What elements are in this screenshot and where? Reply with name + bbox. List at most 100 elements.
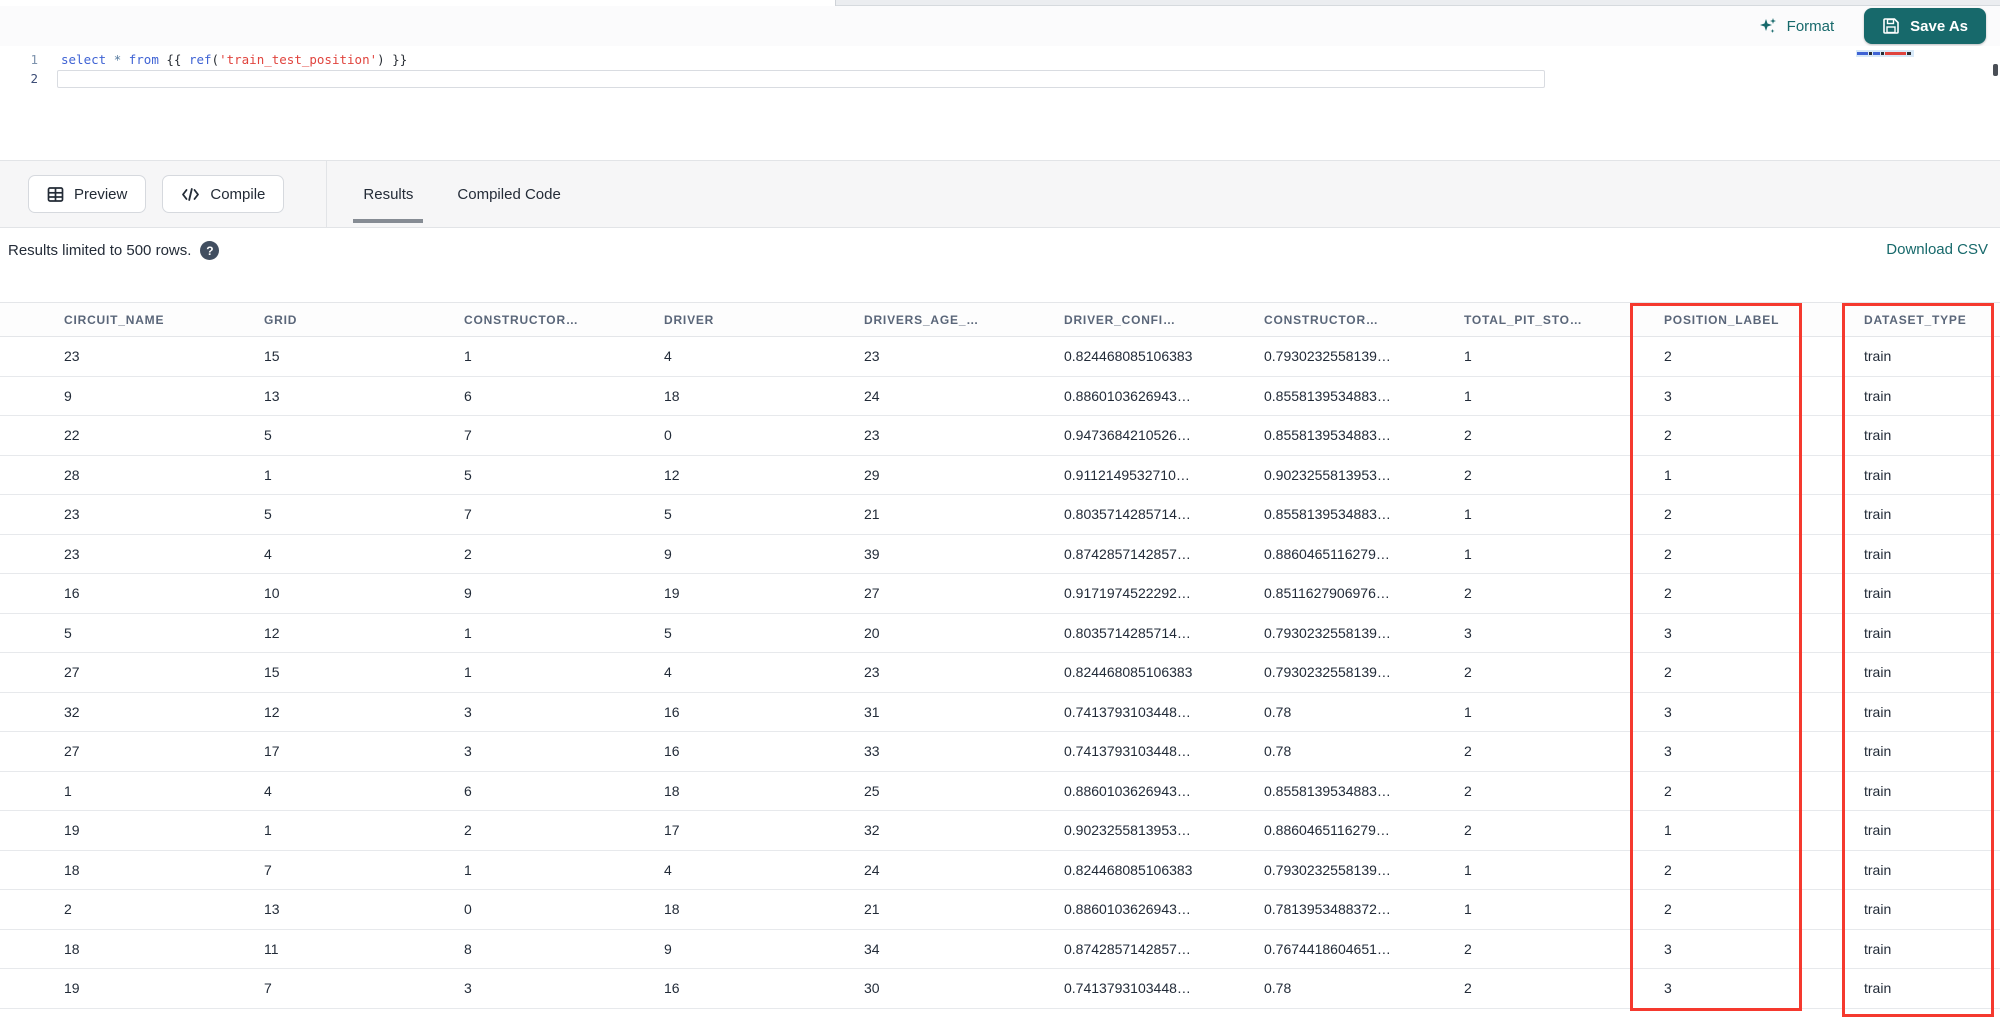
table-cell: train — [1864, 940, 1892, 957]
table-cell: 0.9171974522292… — [1064, 585, 1191, 602]
code-line-2[interactable]: 2 — [0, 69, 2000, 88]
table-cell: 12 — [264, 703, 280, 720]
table-cell: 34 — [864, 940, 880, 957]
table-cell: 3 — [1664, 980, 1672, 997]
table-cell: 5 — [64, 624, 72, 641]
compile-button[interactable]: Compile — [162, 175, 285, 213]
editor-scrollbar-thumb[interactable] — [1993, 64, 1998, 76]
column-header-circuit-name[interactable]: CIRCUIT_NAME — [0, 313, 200, 327]
column-header-driver-confi[interactable]: DRIVER_CONFI… — [1000, 313, 1200, 327]
table-cell: 16 — [64, 585, 80, 602]
table-cell: 0.8860103626943… — [1064, 782, 1191, 799]
column-header-total-pit-sto[interactable]: TOTAL_PIT_STO… — [1400, 313, 1600, 327]
table-cell: 0.8742857142857… — [1064, 940, 1191, 957]
table-cell: 1 — [464, 664, 472, 681]
toolbar-divider — [326, 160, 328, 228]
table-cell: 15 — [264, 664, 280, 681]
preview-button-label: Preview — [74, 185, 128, 203]
column-header-grid[interactable]: GRID — [200, 313, 400, 327]
table-row: 19 1 2 17 32 0.9023255813953… 0.8860465116279…… — [0, 811, 2000, 851]
table-cell: 23 — [64, 545, 80, 562]
column-header-constructor[interactable]: CONSTRUCTOR… — [400, 313, 600, 327]
table-cell: 11 — [264, 940, 279, 957]
code-brackets-icon — [181, 187, 200, 202]
table-cell: 1 — [264, 822, 272, 839]
table-cell: 0.8558139534883… — [1264, 506, 1391, 523]
table-cell: 1 — [1664, 466, 1672, 483]
code-editor[interactable]: 1 select * from {{ ref('train_test_posit… — [0, 46, 2000, 160]
table-cell: 2 — [1664, 348, 1672, 365]
table-row: 23 5 7 5 21 0.8035714285714… 0.8558139534883… 1… — [0, 495, 2000, 535]
table-cell: 1 — [464, 348, 472, 365]
table-row: 18 7 1 4 24 0.824468085106383 0.7930232558139…… — [0, 850, 2000, 890]
table-cell: 5 — [664, 624, 672, 641]
table-cell: 2 — [1464, 466, 1472, 483]
save-as-button[interactable]: Save As — [1864, 8, 1986, 44]
table-cell: train — [1864, 861, 1892, 878]
table-cell: 7 — [264, 980, 272, 997]
table-cell: 1 — [1464, 506, 1472, 523]
table-cell: 1 — [1464, 861, 1472, 878]
table-cell: 1 — [1464, 348, 1472, 365]
download-csv-link[interactable]: Download CSV — [1886, 241, 1988, 258]
table-cell: 23 — [864, 664, 880, 681]
table-cell: 19 — [64, 980, 80, 997]
table-cell: 0.9023255813953… — [1064, 822, 1191, 839]
code-line-1[interactable]: 1 select * from {{ ref('train_test_posit… — [0, 50, 2000, 69]
table-cell: 24 — [864, 861, 880, 878]
column-header-constructor[interactable]: CONSTRUCTOR… — [1200, 313, 1400, 327]
results-table-header: CIRCUIT_NAME GRID CONSTRUCTOR… DRIVER DRIVER… — [0, 302, 2000, 337]
column-header-dataset-type[interactable]: DATASET_TYPE — [1800, 313, 2000, 327]
table-cell: train — [1864, 466, 1892, 483]
table-cell: train — [1864, 624, 1892, 641]
table-row: 22 5 7 0 23 0.9473684210526… 0.8558139534883… 2… — [0, 416, 2000, 456]
column-header-position-label[interactable]: POSITION_LABEL — [1600, 313, 1800, 327]
table-cell: train — [1864, 822, 1892, 839]
table-cell: 22 — [64, 427, 80, 444]
table-cell: 9 — [664, 940, 672, 957]
table-cell: 0 — [664, 427, 672, 444]
table-cell: 0.7813953488372… — [1264, 901, 1391, 918]
table-cell: 0.824468085106383 — [1064, 664, 1193, 681]
results-info-bar: Results limited to 500 rows. ? Download … — [0, 228, 2000, 302]
table-cell: 3 — [464, 980, 472, 997]
table-cell: 9 — [664, 545, 672, 562]
table-cell: 0.7930232558139… — [1264, 664, 1391, 681]
preview-button[interactable]: Preview — [28, 175, 147, 213]
table-cell: 0.9023255813953… — [1264, 466, 1391, 483]
table-cell: 2 — [1664, 427, 1672, 444]
table-row: 16 10 9 19 27 0.9171974522292… 0.8511627906976… — [0, 574, 2000, 614]
active-line-cursor-box[interactable] — [57, 69, 1545, 88]
table-cell: 19 — [664, 585, 680, 602]
column-header-drivers-age[interactable]: DRIVERS_AGE_… — [800, 313, 1000, 327]
code-token-keyword: from — [128, 52, 159, 67]
table-cell: 0.8035714285714… — [1064, 624, 1191, 641]
help-icon[interactable]: ? — [200, 241, 220, 260]
table-cell: 18 — [64, 861, 80, 878]
table-cell: 1 — [464, 861, 472, 878]
table-cell: 0.8860465116279… — [1264, 545, 1390, 562]
code-token-punct: {{ — [158, 52, 189, 67]
table-cell: train — [1864, 585, 1892, 602]
table-cell: 3 — [1664, 387, 1672, 404]
table-row: 27 17 3 16 33 0.7413793103448… 0.78 2 3 train — [0, 732, 2000, 772]
table-cell: 2 — [1464, 743, 1472, 760]
tab-strip-background — [836, 0, 2000, 6]
table-row: 1 4 6 18 25 0.8860103626943… 0.8558139534883… 2… — [0, 771, 2000, 811]
column-header-driver[interactable]: DRIVER — [600, 313, 800, 327]
table-cell: 6 — [464, 387, 472, 404]
tab-results[interactable]: Results — [341, 161, 435, 227]
active-file-tab-edge[interactable] — [0, 0, 836, 6]
tab-compiled-code[interactable]: Compiled Code — [435, 161, 582, 227]
format-button[interactable]: Format — [1758, 16, 1834, 36]
table-cell: 1 — [1664, 822, 1672, 839]
editor-minimap[interactable] — [1856, 50, 1914, 68]
table-cell: 0.78 — [1264, 703, 1292, 720]
table-cell: 32 — [864, 822, 880, 839]
table-row: 5 12 1 5 20 0.8035714285714… 0.7930232558139… 3… — [0, 613, 2000, 653]
table-cell: 0.7413793103448… — [1064, 980, 1191, 997]
table-cell: 0.8035714285714… — [1064, 506, 1191, 523]
table-cell: 7 — [264, 861, 272, 878]
table-cell: 0.8558139534883… — [1264, 387, 1391, 404]
table-cell: train — [1864, 901, 1892, 918]
